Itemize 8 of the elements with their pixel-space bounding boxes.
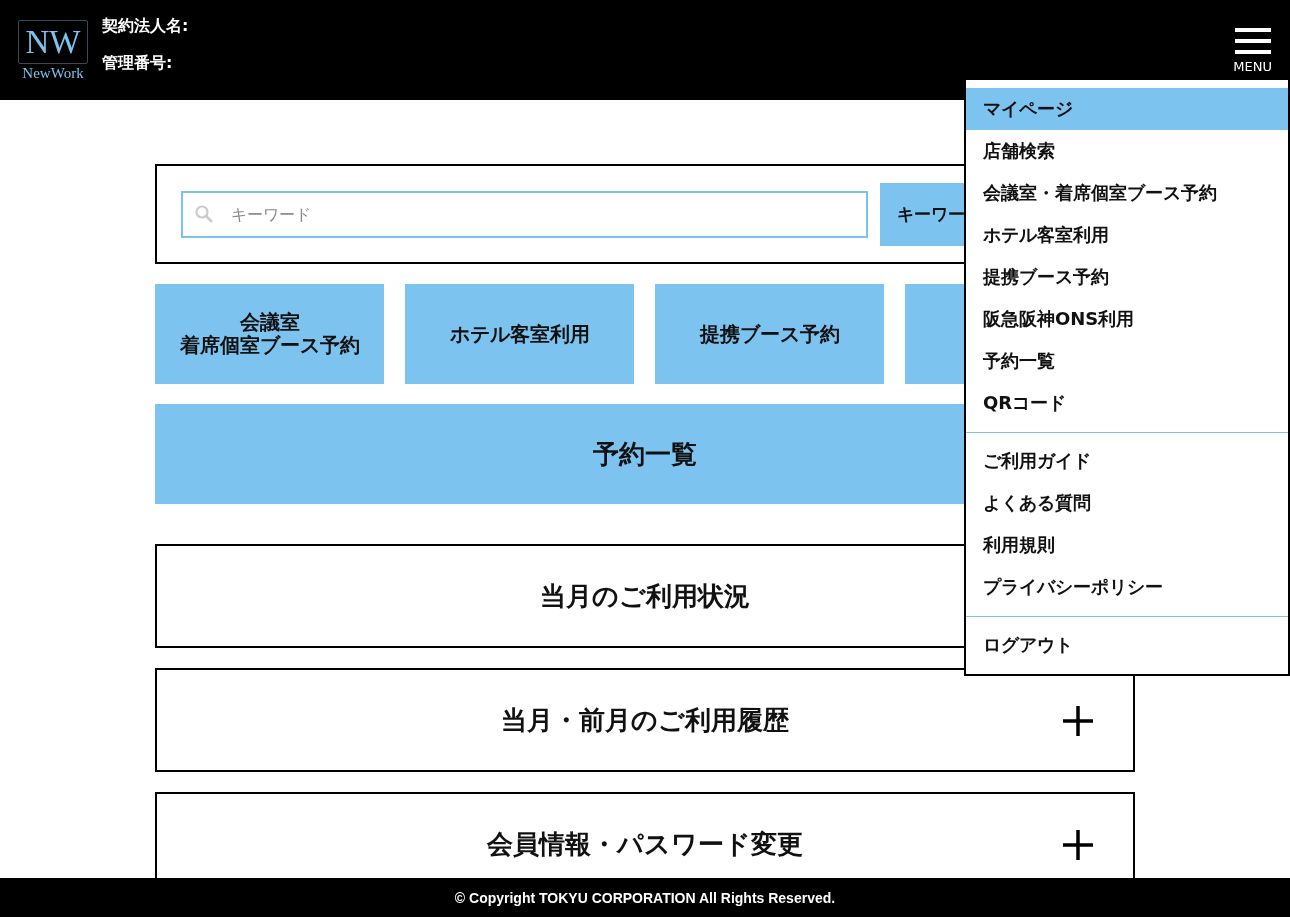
copyright-text: © Copyright TOKYU CORPORATION All Rights Reserved. [454,889,836,906]
accordion-title: 当月・前月のご利用履歴 [501,703,789,737]
logo-mark: NW [18,20,88,64]
field-label: 管理番号: [102,52,174,74]
logo-name: NewWork [22,65,84,82]
accordion-title: 会員情報・パスワード変更 [487,827,803,861]
accordion-title: 当月のご利用状況 [540,579,750,613]
field-label: 契約法人名: [102,15,189,37]
